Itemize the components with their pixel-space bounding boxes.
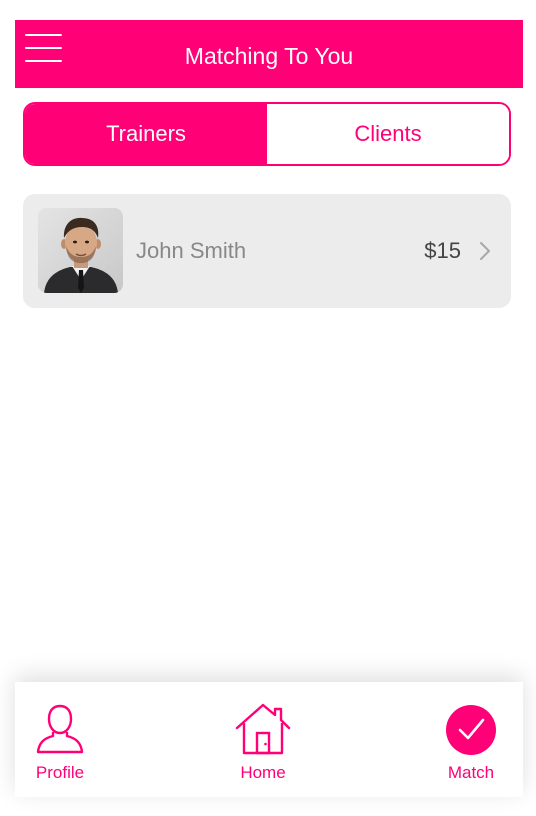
tab-profile[interactable]: Profile [5, 682, 115, 797]
match-list-item[interactable]: John Smith $15 [23, 194, 511, 308]
tab-match-label: Match [447, 763, 495, 782]
page-title: Matching To You [184, 43, 354, 69]
bottom-tab-bar: Profile Home Match [15, 682, 523, 797]
trainer-name: John Smith [136, 238, 247, 263]
tab-home-label: Home [240, 763, 286, 782]
app-screen: Matching To You Trainers Clients John Sm… [0, 0, 536, 816]
chevron-right-icon [479, 241, 491, 266]
trainer-price: $15 [424, 238, 461, 263]
checkmark-circle-icon [445, 704, 497, 761]
segmented-control: Trainers Clients [23, 102, 511, 166]
header-bar: Matching To You [15, 20, 523, 88]
tab-trainers[interactable]: Trainers [25, 104, 267, 164]
tab-match[interactable]: Match [416, 682, 526, 797]
person-icon [35, 702, 85, 759]
house-icon [234, 702, 292, 761]
avatar [38, 208, 123, 293]
tab-profile-label: Profile [35, 763, 85, 782]
tab-home[interactable]: Home [208, 682, 318, 797]
tab-clients[interactable]: Clients [267, 104, 509, 164]
